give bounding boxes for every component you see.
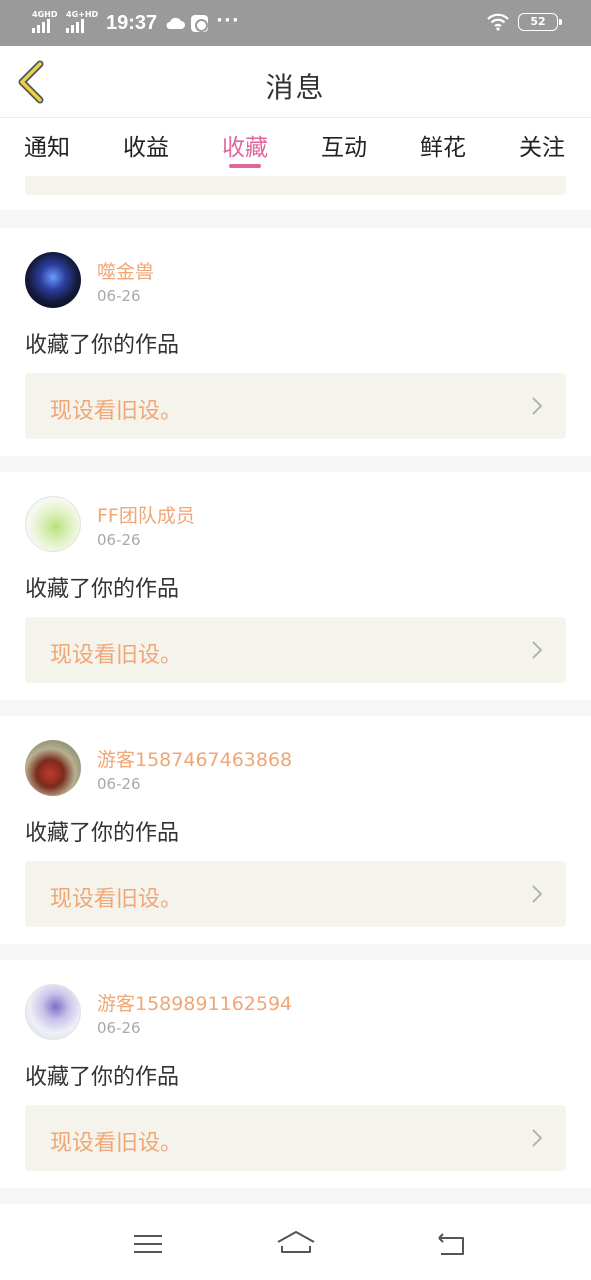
battery-icon: 52	[518, 13, 562, 31]
chevron-right-icon	[532, 641, 543, 659]
tab-favorites[interactable]: 收藏	[222, 128, 268, 162]
system-nav-bar	[0, 1204, 591, 1280]
work-title: 现设看旧设。	[50, 887, 183, 912]
avatar[interactable]	[25, 496, 81, 552]
cloud-icon	[166, 17, 186, 29]
more-notifications: ···	[216, 9, 240, 31]
username[interactable]: FF团队成员	[97, 501, 195, 528]
date: 06-26	[97, 531, 141, 549]
date: 06-26	[97, 1019, 141, 1037]
list-item: 噬金兽 06-26 收藏了你的作品 现设看旧设。	[0, 228, 591, 456]
list-item: FF团队成员 06-26 收藏了你的作品 现设看旧设。	[0, 472, 591, 700]
work-link[interactable]: 现设看旧设。	[25, 1105, 566, 1171]
avatar[interactable]	[25, 984, 81, 1040]
wifi-icon	[487, 13, 509, 31]
chevron-right-icon	[532, 885, 543, 903]
signal-label: 4GHD	[32, 10, 58, 19]
username[interactable]: 游客1589891162594	[97, 989, 292, 1016]
date: 06-26	[97, 775, 141, 793]
action-text: 收藏了你的作品	[25, 577, 180, 602]
work-link[interactable]: 现设看旧设。	[25, 861, 566, 927]
work-title: 现设看旧设。	[50, 643, 183, 668]
return-icon[interactable]	[430, 1228, 470, 1260]
menu-icon[interactable]	[128, 1228, 168, 1260]
work-link-partial[interactable]	[25, 176, 566, 195]
tab-bar: 通知 收益 收藏 互动 鲜花 关注	[0, 118, 591, 176]
list-item	[0, 176, 591, 210]
page-title: 消息	[265, 71, 326, 104]
clock: 19:37	[106, 11, 158, 34]
header-bar: 消息	[0, 46, 591, 118]
tab-interactions[interactable]: 互动	[321, 128, 367, 162]
chevron-right-icon	[532, 397, 543, 415]
date: 06-26	[97, 287, 141, 305]
username[interactable]: 游客1587467463868	[97, 745, 292, 772]
tab-notifications[interactable]: 通知	[24, 128, 70, 162]
status-bar: 4GHD 4G+HD 19:37 ··· 52	[0, 0, 591, 46]
work-title: 现设看旧设。	[50, 1131, 183, 1156]
signal-icon: 4GHD	[32, 10, 62, 35]
active-tab-indicator	[229, 164, 261, 168]
work-link[interactable]: 现设看旧设。	[25, 373, 566, 439]
list-item: 游客1587467463868 06-26 收藏了你的作品 现设看旧设。	[0, 716, 591, 944]
tab-earnings[interactable]: 收益	[123, 128, 169, 162]
list-item: 游客1589891162594 06-26 收藏了你的作品 现设看旧设。	[0, 960, 591, 1188]
signal-label: 4G+HD	[66, 10, 99, 19]
tab-flowers[interactable]: 鲜花	[420, 128, 466, 162]
signal-icon: 4G+HD	[66, 10, 99, 35]
work-link[interactable]: 现设看旧设。	[25, 617, 566, 683]
work-title: 现设看旧设。	[50, 399, 183, 424]
tab-follows[interactable]: 关注	[519, 128, 565, 162]
username[interactable]: 噬金兽	[97, 257, 154, 284]
play-app-icon	[191, 14, 209, 32]
home-icon[interactable]	[276, 1228, 316, 1260]
chevron-right-icon	[532, 1129, 543, 1147]
avatar[interactable]	[25, 740, 81, 796]
action-text: 收藏了你的作品	[25, 1065, 180, 1090]
action-text: 收藏了你的作品	[25, 821, 180, 846]
avatar[interactable]	[25, 252, 81, 308]
action-text: 收藏了你的作品	[25, 333, 180, 358]
